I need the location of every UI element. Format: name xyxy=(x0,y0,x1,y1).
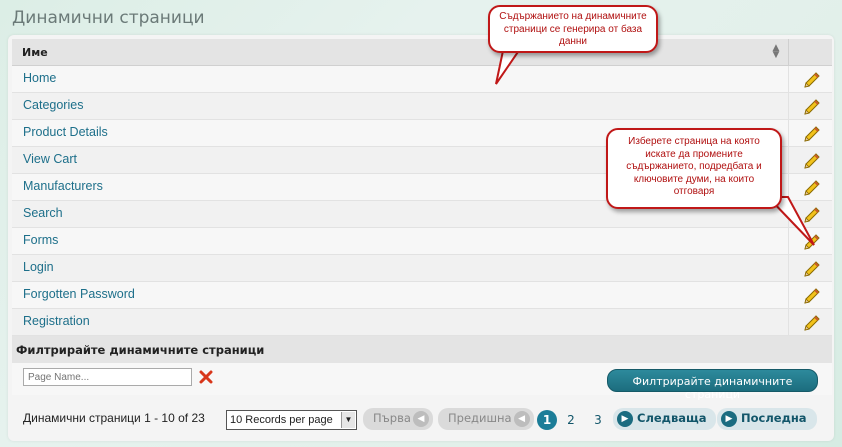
column-header-actions xyxy=(789,39,832,65)
next-page-button[interactable]: ▶ Следваща xyxy=(613,408,717,430)
page-link[interactable]: Categories xyxy=(12,93,789,119)
table-row: Registration xyxy=(12,309,832,336)
filter-header: Филтрирайте динамичните страници xyxy=(12,336,832,363)
page-size-select[interactable]: 10 Records per page ▼ xyxy=(226,410,357,430)
column-header-name[interactable]: Име ▲ ▼ xyxy=(12,39,789,65)
pencil-icon[interactable] xyxy=(803,314,821,332)
arrow-left-icon: ◀ xyxy=(412,411,429,427)
row-actions xyxy=(789,147,832,173)
row-actions xyxy=(789,120,832,146)
chevron-down-icon[interactable]: ▼ xyxy=(341,412,355,428)
callout-right-text: Изберете страница на която искате да про… xyxy=(626,136,762,197)
pencil-icon[interactable] xyxy=(803,287,821,305)
row-actions xyxy=(789,93,832,119)
column-header-label: Име xyxy=(22,46,48,59)
page-link[interactable]: Forgotten Password xyxy=(12,282,789,308)
page-link[interactable]: Forms xyxy=(12,228,789,254)
table-row: Forms xyxy=(12,228,832,255)
arrow-right-icon: ▶ xyxy=(721,411,737,427)
filter-pages-button[interactable]: Филтрирайте динамичните страници xyxy=(607,369,818,401)
pencil-icon[interactable] xyxy=(803,260,821,278)
page-title: Динамични страници xyxy=(12,8,205,28)
callout-right: Изберете страница на която искате да про… xyxy=(606,128,782,209)
page-size-value: 10 Records per page xyxy=(230,414,333,426)
previous-page-label: Предишна xyxy=(448,411,512,425)
page-link[interactable]: Login xyxy=(12,255,789,281)
filter-row: Филтрирайте динамичните страници xyxy=(12,363,832,401)
page-3-link[interactable]: 3 xyxy=(588,410,608,430)
page-link[interactable]: Home xyxy=(12,66,789,92)
pencil-icon[interactable] xyxy=(803,98,821,116)
table-row: Categories xyxy=(12,93,832,120)
table-row: Forgotten Password xyxy=(12,282,832,309)
table-row: Home xyxy=(12,66,832,93)
pencil-icon[interactable] xyxy=(803,152,821,170)
arrow-right-icon: ▶ xyxy=(617,411,633,427)
last-page-button[interactable]: ▶ Последна xyxy=(717,408,817,430)
first-page-button[interactable]: Първа ◀ xyxy=(363,408,433,430)
row-actions xyxy=(789,309,832,335)
table-row: Login xyxy=(12,255,832,282)
previous-page-button[interactable]: Предишна ◀ xyxy=(438,408,534,430)
page-name-filter-input[interactable] xyxy=(23,368,192,386)
arrow-left-icon: ◀ xyxy=(513,411,530,427)
page-link[interactable]: Registration xyxy=(12,309,789,335)
row-actions xyxy=(789,66,832,92)
pager-info: Динамични страници 1 - 10 of 23 xyxy=(23,411,205,425)
page-2-link[interactable]: 2 xyxy=(561,410,581,430)
callout-top: Съдържанието на динамичните страници се … xyxy=(488,5,658,53)
page-1-link[interactable]: 1 xyxy=(537,410,557,430)
pencil-icon[interactable] xyxy=(803,71,821,89)
pager: Динамични страници 1 - 10 of 23 10 Recor… xyxy=(12,400,832,440)
row-actions xyxy=(789,282,832,308)
callout-top-text: Съдържанието на динамичните страници се … xyxy=(499,11,647,47)
pencil-icon[interactable] xyxy=(803,125,821,143)
last-page-label: Последна xyxy=(741,411,807,425)
grid-header: Име ▲ ▼ xyxy=(12,39,832,66)
x-icon[interactable] xyxy=(198,369,214,385)
first-page-label: Първа xyxy=(373,411,411,425)
next-page-label: Следваща xyxy=(637,411,707,425)
sort-arrows-icon[interactable]: ▲ ▼ xyxy=(772,44,780,60)
row-actions xyxy=(789,255,832,281)
